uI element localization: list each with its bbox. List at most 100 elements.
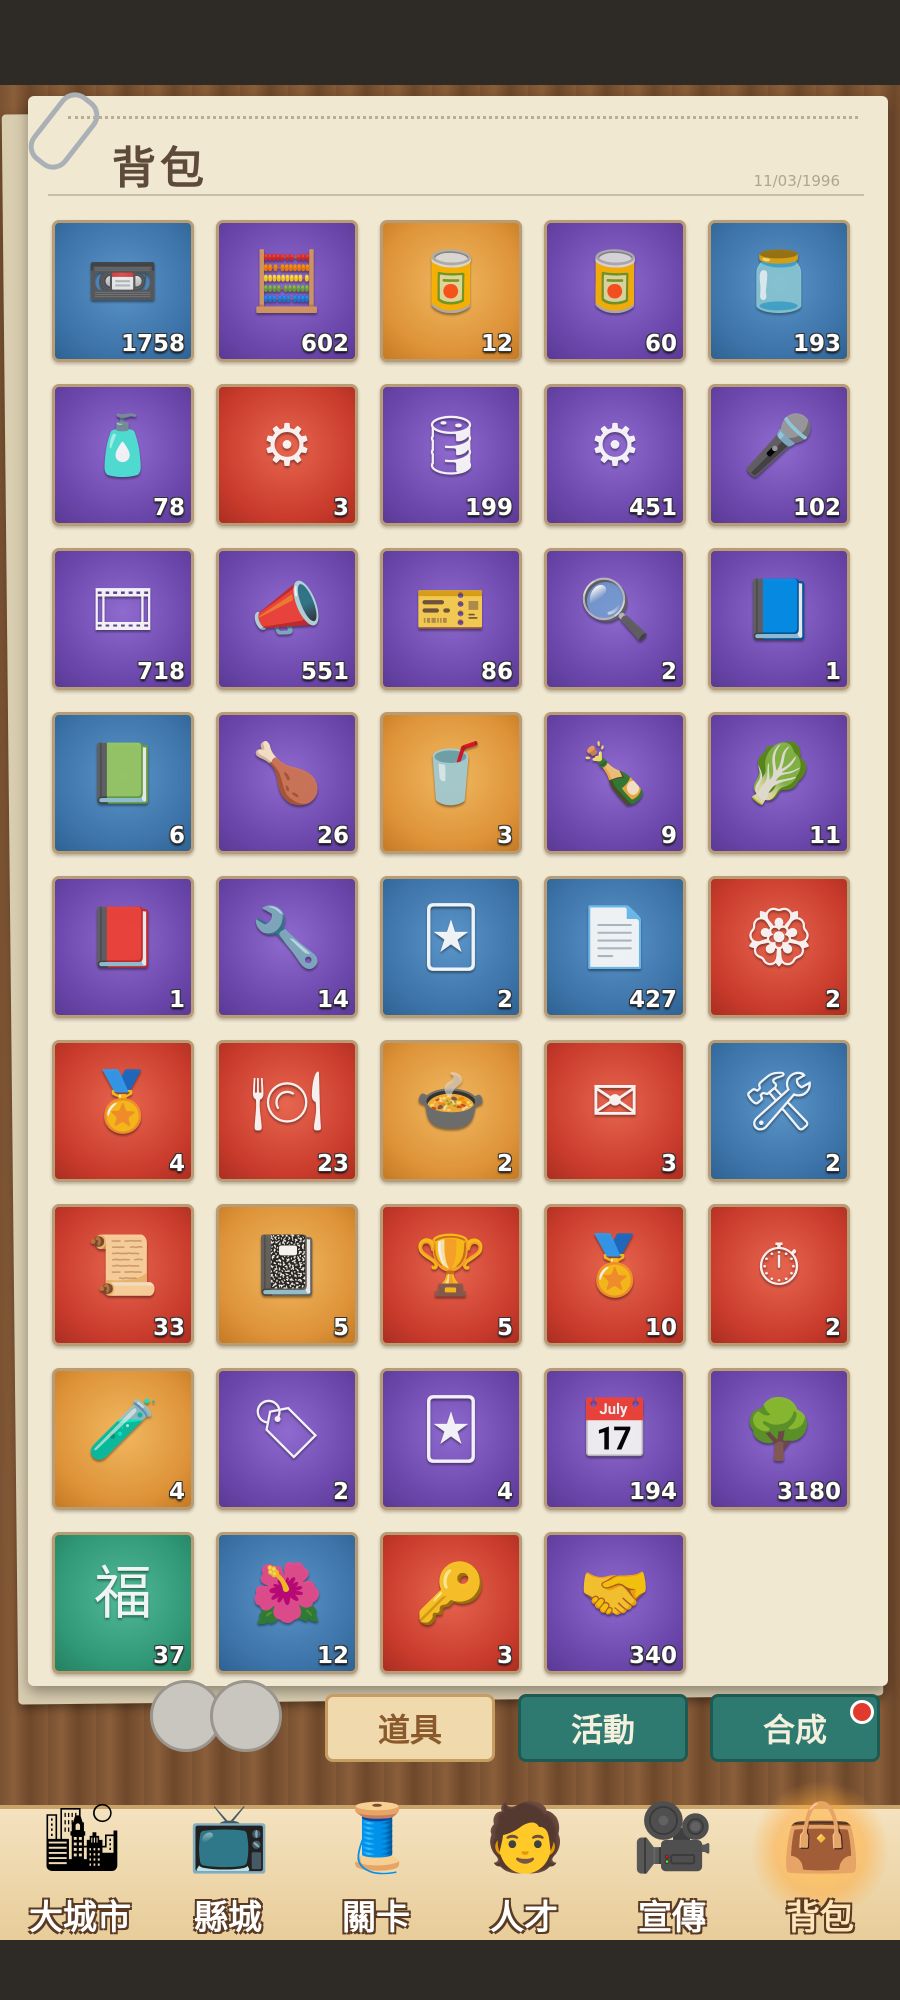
item-count: 194 — [628, 1479, 677, 1505]
nav-backpack[interactable]: 👜 背包 — [750, 1790, 890, 1940]
item-slot[interactable]: 📘 1 — [708, 548, 850, 690]
item-slot[interactable]: 🎫 86 — [380, 548, 522, 690]
item-slot[interactable]: 🫙 193 — [708, 220, 850, 362]
item-slot[interactable]: 🌳 3180 — [708, 1368, 850, 1510]
invitation-letter-icon: ✉ — [590, 1067, 640, 1135]
item-slot[interactable]: 📄 427 — [544, 876, 686, 1018]
food-bowl-icon: 🍲 — [414, 1067, 488, 1135]
nav-talent[interactable]: 🧑 人才 — [454, 1790, 594, 1940]
city-buildings-icon: 🏙 — [40, 1799, 124, 1876]
fortune-fu-icon: 福 — [93, 1559, 152, 1627]
oil-canister-icon: 🛢 — [414, 411, 488, 479]
item-count: 3 — [332, 495, 349, 521]
item-slot[interactable]: ⏱ 2 — [708, 1204, 850, 1346]
item-count: 193 — [792, 331, 841, 357]
scroll-icon: 📜 — [86, 1231, 160, 1299]
item-slot[interactable]: 🧴 78 — [52, 384, 194, 526]
item-slot[interactable]: 🏆 5 — [380, 1204, 522, 1346]
tab-events[interactable]: 活動 — [518, 1694, 688, 1762]
item-slot[interactable]: 📅 194 — [544, 1368, 686, 1510]
item-slot[interactable]: 🎤 102 — [708, 384, 850, 526]
item-grid: 📼 1758 🧮 602 🥫 12 🥫 60 🫙 193 🧴 78 ⚙ 3 🛢 199 ⚙ 451 🎤 102 🎞 718… — [52, 220, 850, 1674]
item-slot[interactable]: 🏷 2 — [216, 1368, 358, 1510]
item-count: 602 — [300, 331, 349, 357]
item-slot[interactable]: 🥫 60 — [544, 220, 686, 362]
item-slot[interactable]: 🎞 718 — [52, 548, 194, 690]
item-slot[interactable]: 🧮 602 — [216, 220, 358, 362]
item-slot[interactable]: 🍲 2 — [380, 1040, 522, 1182]
gold-card-icon: 🃏 — [421, 1395, 481, 1463]
item-count: 4 — [168, 1151, 185, 1177]
item-slot[interactable]: 🍾 9 — [544, 712, 686, 854]
document-icon: 📄 — [578, 903, 652, 971]
nav-county-town[interactable]: 📺 縣城 — [158, 1790, 298, 1940]
item-slot[interactable]: 🛠 2 — [708, 1040, 850, 1182]
person-icon: 🧑 — [484, 1799, 567, 1876]
turbocharger-icon: ⚙ — [261, 411, 313, 479]
item-count: 14 — [316, 987, 349, 1013]
item-count: 12 — [316, 1643, 349, 1669]
nav-label: 大城市 — [29, 1898, 131, 1938]
vegetable-plate-icon: 🥬 — [742, 739, 816, 807]
item-slot[interactable]: 🧪 4 — [52, 1368, 194, 1510]
item-count: 1 — [824, 659, 841, 685]
item-slot[interactable]: 🥬 11 — [708, 712, 850, 854]
item-count: 23 — [316, 1151, 349, 1177]
item-count: 199 — [464, 495, 513, 521]
item-count: 2 — [660, 659, 677, 685]
item-count: 2 — [496, 987, 513, 1013]
title-divider — [48, 194, 864, 196]
nav-levels[interactable]: 🧵 關卡 — [306, 1790, 446, 1940]
item-slot[interactable]: ⚙ 451 — [544, 384, 686, 526]
item-slot[interactable]: 🏅 10 — [544, 1204, 686, 1346]
green-flask-icon: 🧪 — [86, 1395, 160, 1463]
item-slot[interactable]: 🍽 23 — [216, 1040, 358, 1182]
item-slot[interactable]: 🔑 3 — [380, 1532, 522, 1674]
item-slot[interactable]: 🛢 199 — [380, 384, 522, 526]
item-slot[interactable]: 📗 6 — [52, 712, 194, 854]
item-count: 78 — [152, 495, 185, 521]
item-slot[interactable]: 🥫 12 — [380, 220, 522, 362]
item-slot[interactable]: 🍗 26 — [216, 712, 358, 854]
item-slot[interactable]: 📜 33 — [52, 1204, 194, 1346]
nav-label: 縣城 — [194, 1898, 262, 1938]
item-count: 10 — [644, 1315, 677, 1341]
item-count: 340 — [628, 1643, 677, 1669]
nav-promotion[interactable]: 🎥 宣傳 — [602, 1790, 742, 1940]
drumstick-icon: 🍗 — [250, 739, 324, 807]
item-slot[interactable]: ✉ 3 — [544, 1040, 686, 1182]
item-slot[interactable]: 🃏 4 — [380, 1368, 522, 1510]
item-slot[interactable]: 🔍 2 — [544, 548, 686, 690]
repair-card-icon: 🔧 — [250, 903, 324, 971]
item-slot[interactable]: 📓 5 — [216, 1204, 358, 1346]
item-slot[interactable]: 🥤 3 — [380, 712, 522, 854]
item-slot[interactable]: 📼 1758 — [52, 220, 194, 362]
item-count: 2 — [332, 1479, 349, 1505]
date-label: 11/03/1996 — [753, 172, 840, 190]
item-slot[interactable]: ⚙ 3 — [216, 384, 358, 526]
item-slot[interactable]: 福 37 — [52, 1532, 194, 1674]
handshake-card-icon: 🤝 — [578, 1559, 652, 1627]
item-count: 86 — [480, 659, 513, 685]
item-slot[interactable]: 🌺 12 — [216, 1532, 358, 1674]
item-count: 5 — [332, 1315, 349, 1341]
item-count: 33 — [152, 1315, 185, 1341]
item-slot[interactable]: 📕 1 — [52, 876, 194, 1018]
tool-roll-icon: 🛠 — [742, 1067, 816, 1135]
item-count: 11 — [808, 823, 841, 849]
television-icon: 📺 — [188, 1799, 271, 1876]
flower-medal-icon: 🏵 — [742, 903, 816, 971]
item-slot[interactable]: 🏅 4 — [52, 1040, 194, 1182]
item-count: 551 — [300, 659, 349, 685]
item-slot[interactable]: 🃏 2 — [380, 876, 522, 1018]
cassette-tape-icon: 📼 — [86, 247, 160, 315]
tab-items[interactable]: 道具 — [325, 1694, 495, 1762]
backpack-bag-icon: 👜 — [780, 1799, 863, 1876]
item-slot[interactable]: 📣 551 — [216, 548, 358, 690]
item-slot[interactable]: 🔧 14 — [216, 876, 358, 1018]
nav-label: 人才 — [490, 1898, 558, 1938]
item-count: 427 — [628, 987, 677, 1013]
nav-big-city[interactable]: 🏙 大城市 — [10, 1790, 150, 1940]
item-slot[interactable]: 🏵 2 — [708, 876, 850, 1018]
item-slot[interactable]: 🤝 340 — [544, 1532, 686, 1674]
